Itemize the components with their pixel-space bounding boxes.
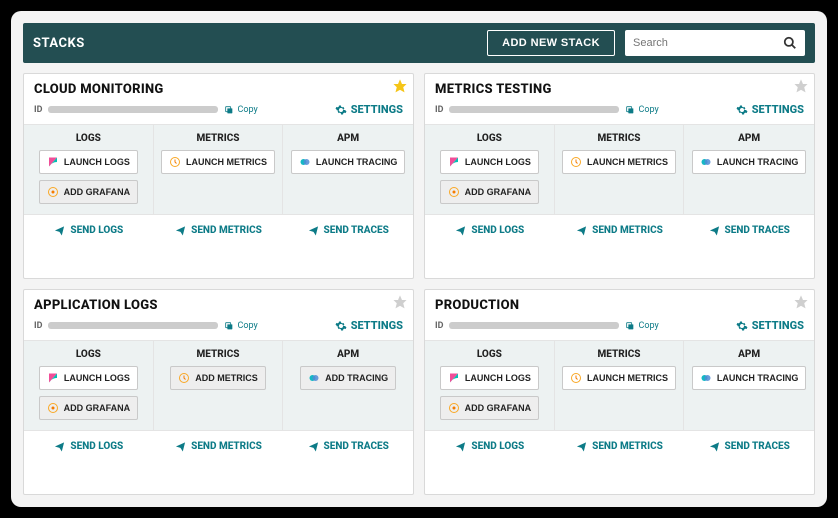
service-logs: LOGS LAUNCH LOGS ADD GRAFANA xyxy=(425,125,555,214)
add-grafana-button[interactable]: ADD GRAFANA xyxy=(39,396,139,420)
service-apm: APM LAUNCH TRACING xyxy=(283,125,413,214)
copy-id-button[interactable]: Copy xyxy=(625,105,658,115)
send-metrics-link[interactable]: SEND METRICS xyxy=(154,431,284,462)
settings-link[interactable]: SETTINGS xyxy=(335,103,403,116)
id-value-redacted xyxy=(449,322,619,329)
settings-link[interactable]: SETTINGS xyxy=(736,319,804,332)
star-icon[interactable] xyxy=(794,78,808,97)
service-title-logs: LOGS xyxy=(76,133,101,144)
service-metrics: METRICS LAUNCH METRICS xyxy=(555,125,685,214)
launch-logs-button[interactable]: LAUNCH LOGS xyxy=(440,150,539,174)
search-input[interactable] xyxy=(633,37,783,49)
service-title-metrics: METRICS xyxy=(598,349,641,360)
launch-logs-button[interactable]: LAUNCH LOGS xyxy=(39,150,138,174)
service-apm: APM LAUNCH TRACING xyxy=(684,125,814,214)
send-logs-link[interactable]: SEND LOGS xyxy=(425,215,555,246)
service-logs: LOGS LAUNCH LOGS ADD GRAFANA xyxy=(24,125,154,214)
id-value-redacted xyxy=(48,322,218,329)
send-logs-link[interactable]: SEND LOGS xyxy=(425,431,555,462)
star-icon[interactable] xyxy=(393,294,407,313)
add-grafana-button[interactable]: ADD GRAFANA xyxy=(39,180,139,204)
star-icon[interactable] xyxy=(794,294,808,313)
service-metrics: METRICS LAUNCH METRICS xyxy=(154,125,284,214)
send-traces-link[interactable]: SEND TRACES xyxy=(283,215,413,246)
launch-metrics-button[interactable]: LAUNCH METRICS xyxy=(562,366,676,390)
stack-card: CLOUD MONITORING ID Copy SETTINGS LOGS L… xyxy=(23,73,414,279)
launch-tracing-button[interactable]: LAUNCH TRACING xyxy=(692,150,807,174)
send-traces-link[interactable]: SEND TRACES xyxy=(283,431,413,462)
settings-link[interactable]: SETTINGS xyxy=(335,319,403,332)
launch-metrics-button[interactable]: LAUNCH METRICS xyxy=(161,150,275,174)
service-title-apm: APM xyxy=(738,349,760,360)
send-metrics-link[interactable]: SEND METRICS xyxy=(555,431,685,462)
launch-metrics-button[interactable]: LAUNCH METRICS xyxy=(562,150,676,174)
service-apm: APM ADD TRACING xyxy=(283,341,413,430)
send-traces-link[interactable]: SEND TRACES xyxy=(684,215,814,246)
send-metrics-link[interactable]: SEND METRICS xyxy=(555,215,685,246)
service-title-apm: APM xyxy=(337,349,359,360)
search-icon xyxy=(783,36,797,50)
stack-card: METRICS TESTING ID Copy SETTINGS LOGS LA… xyxy=(424,73,815,279)
launch-logs-button[interactable]: LAUNCH LOGS xyxy=(39,366,138,390)
add-grafana-button[interactable]: ADD GRAFANA xyxy=(440,396,540,420)
service-title-metrics: METRICS xyxy=(197,133,240,144)
send-logs-link[interactable]: SEND LOGS xyxy=(24,215,154,246)
stack-title: APPLICATION LOGS xyxy=(34,298,403,313)
search-field-wrap[interactable] xyxy=(625,30,805,56)
copy-id-button[interactable]: Copy xyxy=(224,321,257,331)
settings-link[interactable]: SETTINGS xyxy=(736,103,804,116)
service-metrics: METRICS LAUNCH METRICS xyxy=(555,341,685,430)
add-grafana-button[interactable]: ADD GRAFANA xyxy=(440,180,540,204)
send-logs-link[interactable]: SEND LOGS xyxy=(24,431,154,462)
copy-id-button[interactable]: Copy xyxy=(224,105,257,115)
service-logs: LOGS LAUNCH LOGS ADD GRAFANA xyxy=(425,341,555,430)
id-label: ID xyxy=(34,105,42,115)
add-metrics-button[interactable]: ADD METRICS xyxy=(170,366,266,390)
id-value-redacted xyxy=(449,106,619,113)
stack-title: CLOUD MONITORING xyxy=(34,82,403,97)
service-title-logs: LOGS xyxy=(477,349,502,360)
service-title-logs: LOGS xyxy=(76,349,101,360)
id-label: ID xyxy=(435,321,443,331)
id-value-redacted xyxy=(48,106,218,113)
launch-tracing-button[interactable]: LAUNCH TRACING xyxy=(692,366,807,390)
stack-card: PRODUCTION ID Copy SETTINGS LOGS LAUNCH … xyxy=(424,289,815,495)
id-label: ID xyxy=(34,321,42,331)
launch-logs-button[interactable]: LAUNCH LOGS xyxy=(440,366,539,390)
service-title-metrics: METRICS xyxy=(197,349,240,360)
stack-title: METRICS TESTING xyxy=(435,82,804,97)
add-tracing-button[interactable]: ADD TRACING xyxy=(300,366,396,390)
id-label: ID xyxy=(435,105,443,115)
service-title-metrics: METRICS xyxy=(598,133,641,144)
page-header: STACKS ADD NEW STACK xyxy=(23,23,815,63)
launch-tracing-button[interactable]: LAUNCH TRACING xyxy=(291,150,406,174)
send-traces-link[interactable]: SEND TRACES xyxy=(684,431,814,462)
service-apm: APM LAUNCH TRACING xyxy=(684,341,814,430)
service-logs: LOGS LAUNCH LOGS ADD GRAFANA xyxy=(24,341,154,430)
stack-card: APPLICATION LOGS ID Copy SETTINGS LOGS L… xyxy=(23,289,414,495)
page-title: STACKS xyxy=(33,36,477,51)
service-title-logs: LOGS xyxy=(477,133,502,144)
stack-title: PRODUCTION xyxy=(435,298,804,313)
copy-id-button[interactable]: Copy xyxy=(625,321,658,331)
service-title-apm: APM xyxy=(738,133,760,144)
service-title-apm: APM xyxy=(337,133,359,144)
star-icon[interactable] xyxy=(393,78,407,97)
add-stack-button[interactable]: ADD NEW STACK xyxy=(487,30,615,56)
service-metrics: METRICS ADD METRICS xyxy=(154,341,284,430)
send-metrics-link[interactable]: SEND METRICS xyxy=(154,215,284,246)
